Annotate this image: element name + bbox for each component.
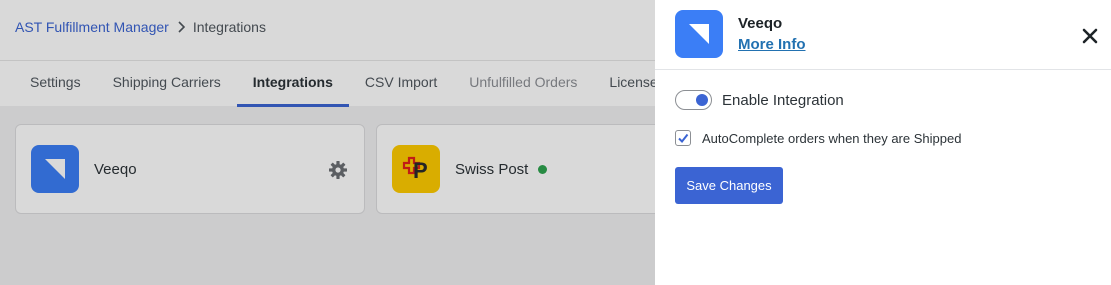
more-info-link[interactable]: More Info xyxy=(738,36,806,53)
autocomplete-checkbox[interactable] xyxy=(675,130,691,146)
checkmark-icon xyxy=(678,133,689,144)
integration-settings-panel: Veeqo More Info Enable Integration AutoC… xyxy=(655,0,1111,285)
enable-integration-label: Enable Integration xyxy=(722,91,844,109)
enable-integration-toggle[interactable] xyxy=(675,90,712,110)
veeqo-logo-icon xyxy=(675,10,723,58)
save-changes-button[interactable]: Save Changes xyxy=(675,167,783,204)
toggle-knob xyxy=(696,94,708,106)
close-icon[interactable] xyxy=(1081,27,1099,45)
enable-integration-row: Enable Integration xyxy=(675,90,844,110)
panel-header: Veeqo More Info xyxy=(655,0,1111,70)
panel-title: Veeqo xyxy=(738,15,783,32)
autocomplete-label: AutoComplete orders when they are Shippe… xyxy=(702,130,962,146)
autocomplete-row: AutoComplete orders when they are Shippe… xyxy=(675,130,961,146)
